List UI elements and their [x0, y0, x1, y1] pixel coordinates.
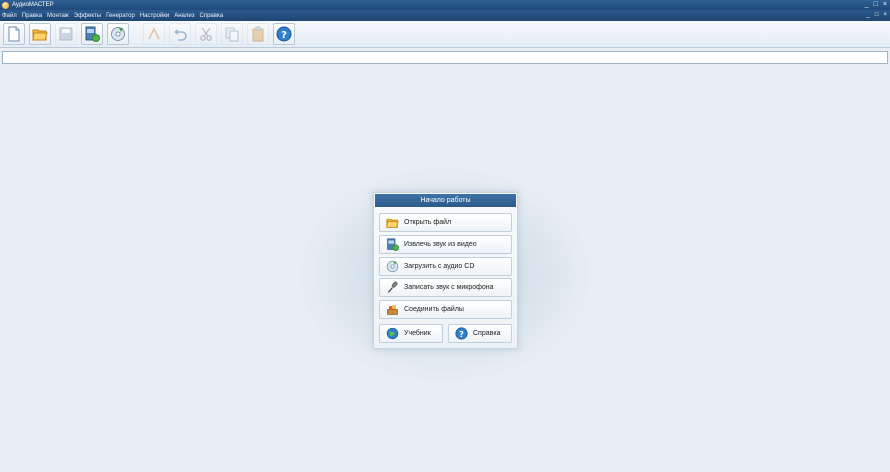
- open-file-label: Открыть файл: [404, 219, 452, 226]
- help-label: Справка: [473, 330, 501, 337]
- menu-settings[interactable]: Настройки: [140, 13, 169, 19]
- paste-icon: [252, 26, 264, 42]
- cd-load-icon: [111, 27, 125, 41]
- undo-button[interactable]: [169, 23, 191, 45]
- open-file-link[interactable]: Открыть файл: [379, 213, 512, 232]
- tutorial-link[interactable]: Учебник: [379, 324, 443, 343]
- help-button[interactable]: ?: [273, 23, 295, 45]
- effects-icon: [148, 27, 160, 40]
- record-mic-label: Записать звук с микрофона: [404, 284, 494, 291]
- extract-video-sound-link[interactable]: Извлечь звук из видео: [379, 235, 512, 254]
- join-files-link[interactable]: Соединить файлы: [379, 300, 512, 319]
- menu-bar: Файл Правка Монтаж Эффекты Генератор Нас…: [0, 10, 890, 21]
- undo-icon: [174, 29, 187, 41]
- app-logo-icon: [2, 1, 9, 9]
- join-files-label: Соединить файлы: [404, 306, 464, 313]
- help-question-icon: ?: [455, 327, 468, 340]
- cd-icon: [386, 260, 399, 273]
- save-button[interactable]: [55, 23, 77, 45]
- tutorial-label: Учебник: [404, 330, 431, 337]
- extract-video-sound-label: Извлечь звук из видео: [404, 241, 477, 248]
- doc-restore-button[interactable]: □: [875, 11, 879, 20]
- open-folder-icon: [32, 29, 48, 41]
- microphone-icon: [387, 281, 398, 293]
- open-file-button[interactable]: [29, 23, 51, 45]
- minimize-button[interactable]: _: [865, 1, 869, 9]
- menu-effects[interactable]: Эффекты: [74, 13, 101, 19]
- doc-close-button[interactable]: ×: [883, 11, 887, 20]
- svg-text:?: ?: [281, 30, 287, 41]
- load-cd-label: Загрузить с аудио CD: [404, 263, 475, 270]
- save-icon: [59, 27, 73, 41]
- globe-icon: [386, 327, 399, 340]
- cut-button[interactable]: [195, 23, 217, 45]
- video-sound-icon: [387, 238, 399, 251]
- doc-minimize-button[interactable]: _: [867, 11, 870, 20]
- folder-icon: [386, 218, 399, 228]
- effects-button[interactable]: [143, 23, 165, 45]
- maximize-button[interactable]: □: [874, 1, 878, 9]
- load-cd-link[interactable]: Загрузить с аудио CD: [379, 257, 512, 276]
- paste-button[interactable]: [247, 23, 269, 45]
- status-strip: [2, 51, 888, 64]
- new-file-icon: [8, 26, 20, 42]
- menu-edit[interactable]: Правка: [22, 13, 42, 19]
- menu-help[interactable]: Справка: [200, 13, 224, 19]
- copy-button[interactable]: [221, 23, 243, 45]
- toolbar: ?: [0, 21, 890, 48]
- window-title: АудиоМАСТЕР: [12, 2, 54, 8]
- copy-icon: [225, 27, 239, 42]
- join-files-icon: [387, 305, 398, 315]
- record-mic-link[interactable]: Записать звук с микрофона: [379, 278, 512, 297]
- extract-video-sound-button[interactable]: [81, 23, 103, 45]
- start-panel-title: Начало работы: [375, 194, 516, 207]
- help-link[interactable]: ? Справка: [448, 324, 512, 343]
- cut-icon: [200, 27, 212, 41]
- window-controls: _ □ ×: [865, 1, 887, 9]
- start-panel: Начало работы Открыть файл Извлечь звук …: [373, 192, 518, 349]
- close-button[interactable]: ×: [883, 1, 887, 9]
- new-file-button[interactable]: [3, 23, 25, 45]
- menu-montage[interactable]: Монтаж: [47, 13, 69, 19]
- load-cd-button[interactable]: [107, 23, 129, 45]
- extract-video-sound-icon: [85, 26, 100, 42]
- menu-file[interactable]: Файл: [2, 13, 17, 19]
- menu-generator[interactable]: Генератор: [106, 13, 135, 19]
- document-controls: _ □ ×: [867, 11, 887, 20]
- help-icon: ?: [276, 26, 292, 42]
- menu-analysis[interactable]: Анализ: [174, 13, 194, 19]
- title-bar: АудиоМАСТЕР _ □ ×: [0, 0, 890, 10]
- svg-text:?: ?: [459, 329, 464, 339]
